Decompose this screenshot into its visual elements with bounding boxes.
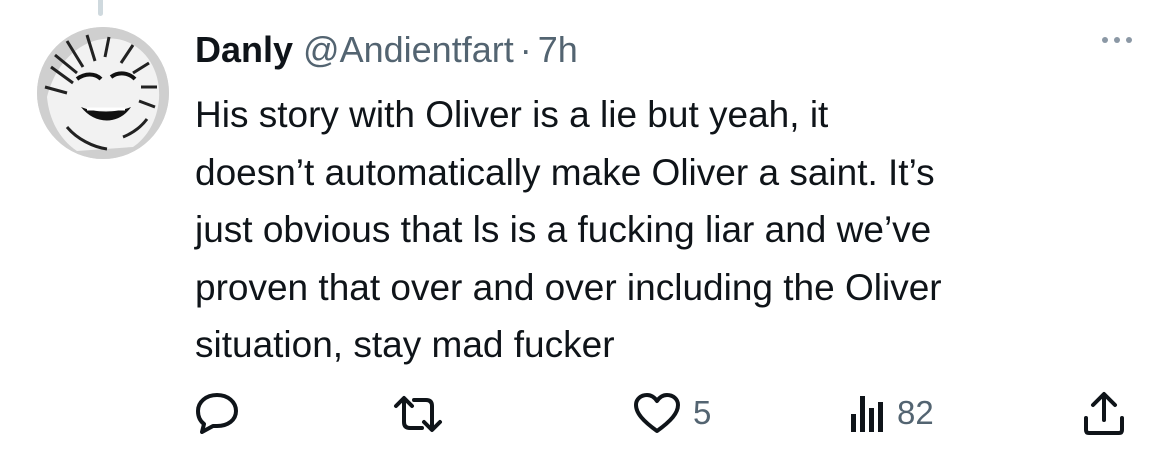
reply-button[interactable]	[195, 392, 239, 434]
like-count: 5	[693, 394, 712, 431]
display-name[interactable]: Danly	[195, 29, 293, 71]
share-button[interactable]	[1082, 390, 1126, 436]
more-dot-icon	[1114, 37, 1120, 43]
tweet-header: Danly @Andientfart · 7h	[195, 28, 578, 72]
avatar[interactable]	[37, 27, 169, 159]
retweet-button[interactable]	[392, 394, 444, 434]
like-button[interactable]: 5	[633, 392, 711, 434]
more-dot-icon	[1126, 37, 1132, 43]
views-count: 82	[897, 394, 934, 431]
retweet-icon	[394, 396, 442, 432]
timestamp[interactable]: 7h	[538, 29, 578, 71]
tweet-text: His story with Oliver is a lie but yeah,…	[195, 94, 942, 365]
more-options-button[interactable]	[1102, 37, 1132, 43]
thread-connector-line	[98, 0, 103, 16]
more-dot-icon	[1102, 37, 1108, 43]
tweet-actions-bar: 5 82	[0, 390, 1170, 440]
header-separator: ·	[519, 29, 532, 70]
heart-icon	[634, 393, 680, 433]
share-icon	[1084, 392, 1124, 435]
user-handle[interactable]: @Andientfart	[303, 29, 514, 71]
reply-icon	[196, 393, 238, 434]
views-icon	[851, 396, 883, 432]
views-button[interactable]: 82	[849, 392, 934, 434]
